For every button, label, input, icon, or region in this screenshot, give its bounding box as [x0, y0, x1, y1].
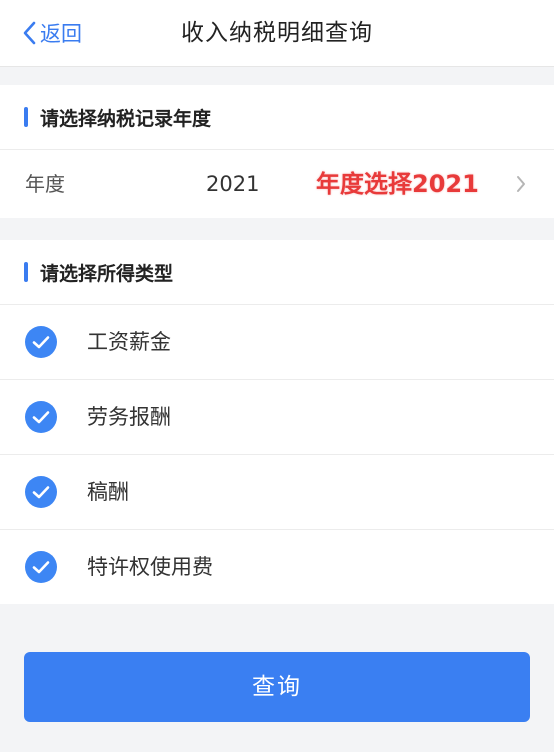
type-item-label: 特许权使用费 [87, 555, 213, 579]
chevron-left-icon [22, 21, 36, 45]
check-circle-icon[interactable] [25, 326, 57, 358]
back-label: 返回 [40, 22, 82, 46]
navigation-bar: 收入纳税明细查询 返回 [0, 0, 554, 67]
query-button[interactable]: 查询 [24, 652, 530, 722]
check-circle-icon[interactable] [25, 401, 57, 433]
section-accent-bar [24, 107, 28, 127]
year-section-header: 请选择纳税记录年度 [0, 85, 554, 150]
year-section-title: 请选择纳税记录年度 [40, 107, 212, 130]
check-circle-icon[interactable] [25, 476, 57, 508]
type-item-label: 稿酬 [87, 480, 129, 504]
type-item-labor-remuneration[interactable]: 劳务报酬 [0, 380, 554, 455]
year-value: 2021 [206, 172, 260, 196]
check-circle-icon[interactable] [25, 551, 57, 583]
chevron-right-icon [516, 175, 526, 197]
section-accent-bar [24, 262, 28, 282]
year-selector-row[interactable]: 年度 2021 年度选择2021 [0, 150, 554, 218]
type-item-label: 工资薪金 [87, 330, 171, 354]
back-button[interactable]: 返回 [22, 16, 82, 50]
year-label: 年度 [25, 172, 65, 196]
type-item-label: 劳务报酬 [87, 405, 171, 429]
type-section-title: 请选择所得类型 [40, 262, 174, 285]
type-section-header: 请选择所得类型 [0, 240, 554, 305]
type-section: 请选择所得类型 工资薪金 劳务报酬 稿酬 特许权使用费 [0, 240, 554, 604]
page-title: 收入纳税明细查询 [181, 20, 373, 46]
type-item-author-remuneration[interactable]: 稿酬 [0, 455, 554, 530]
type-item-wages[interactable]: 工资薪金 [0, 305, 554, 380]
year-annotation: 年度选择2021 [316, 170, 479, 198]
type-item-royalties[interactable]: 特许权使用费 [0, 530, 554, 604]
year-section: 请选择纳税记录年度 年度 2021 年度选择2021 [0, 85, 554, 218]
